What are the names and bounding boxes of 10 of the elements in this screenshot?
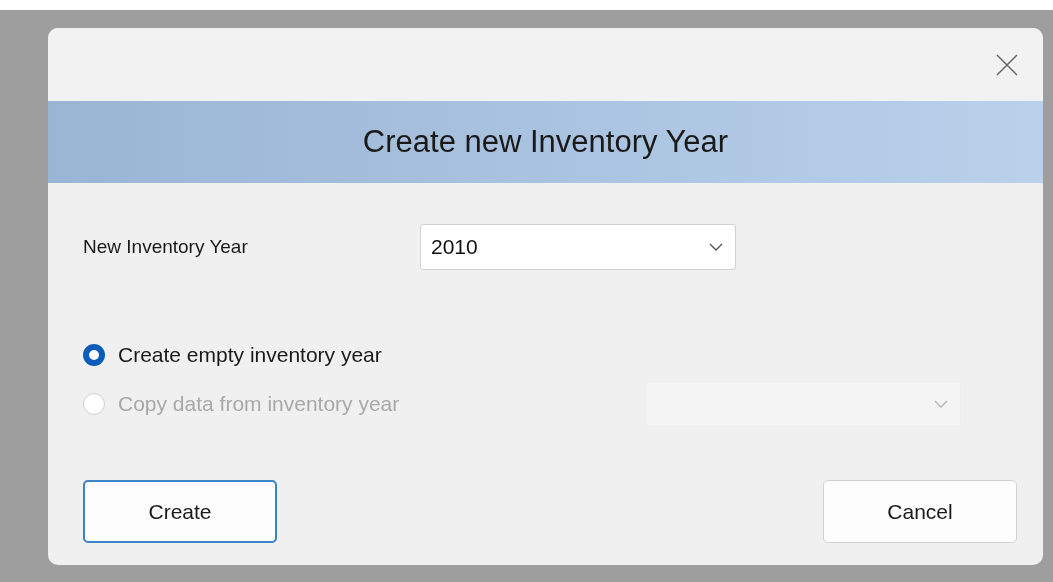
chevron-down-icon [709, 243, 723, 251]
field-label: New Inventory Year [83, 236, 249, 258]
year-dropdown[interactable]: 2010 [420, 224, 736, 270]
radio-button[interactable] [83, 343, 105, 366]
close-icon [995, 52, 1019, 77]
create-button[interactable]: Create [83, 480, 277, 543]
dialog-title: Create new Inventory Year [362, 124, 729, 160]
cancel-button[interactable]: Cancel [823, 480, 1017, 543]
radio-label[interactable]: Create empty inventory year [118, 342, 645, 367]
chevron-down-icon [934, 399, 948, 408]
